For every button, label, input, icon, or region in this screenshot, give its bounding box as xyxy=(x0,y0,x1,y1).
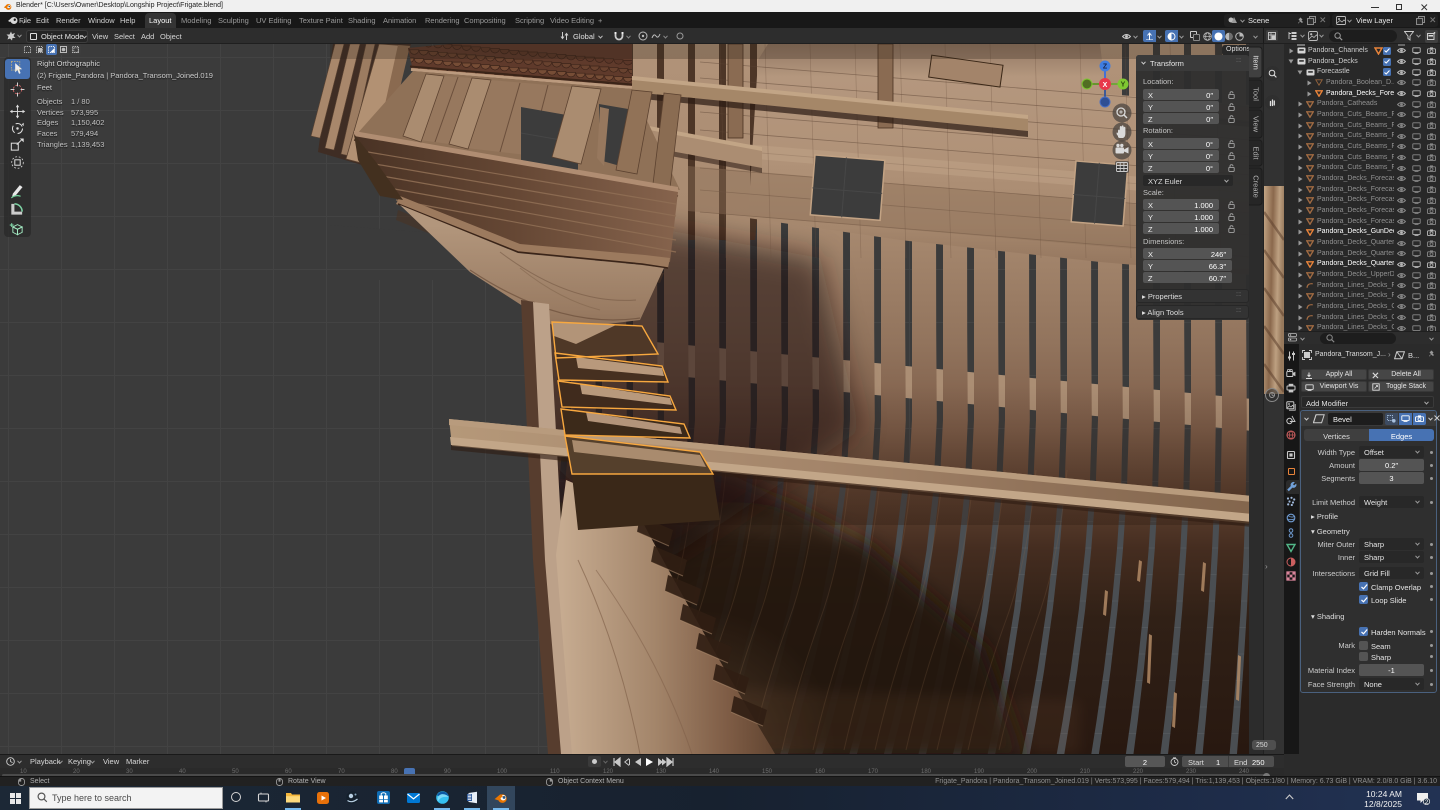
svg-text:Create: Create xyxy=(1252,175,1261,198)
svg-text:Y: Y xyxy=(1121,82,1126,89)
svg-text:View: View xyxy=(1252,116,1261,133)
svg-text:Item: Item xyxy=(1252,55,1261,70)
svg-text:X: X xyxy=(1103,82,1108,89)
svg-text:Z: Z xyxy=(1103,64,1108,71)
svg-text:2: 2 xyxy=(1425,798,1429,804)
svg-text:Tool: Tool xyxy=(1252,87,1261,101)
svg-text:Edit: Edit xyxy=(1252,147,1261,161)
